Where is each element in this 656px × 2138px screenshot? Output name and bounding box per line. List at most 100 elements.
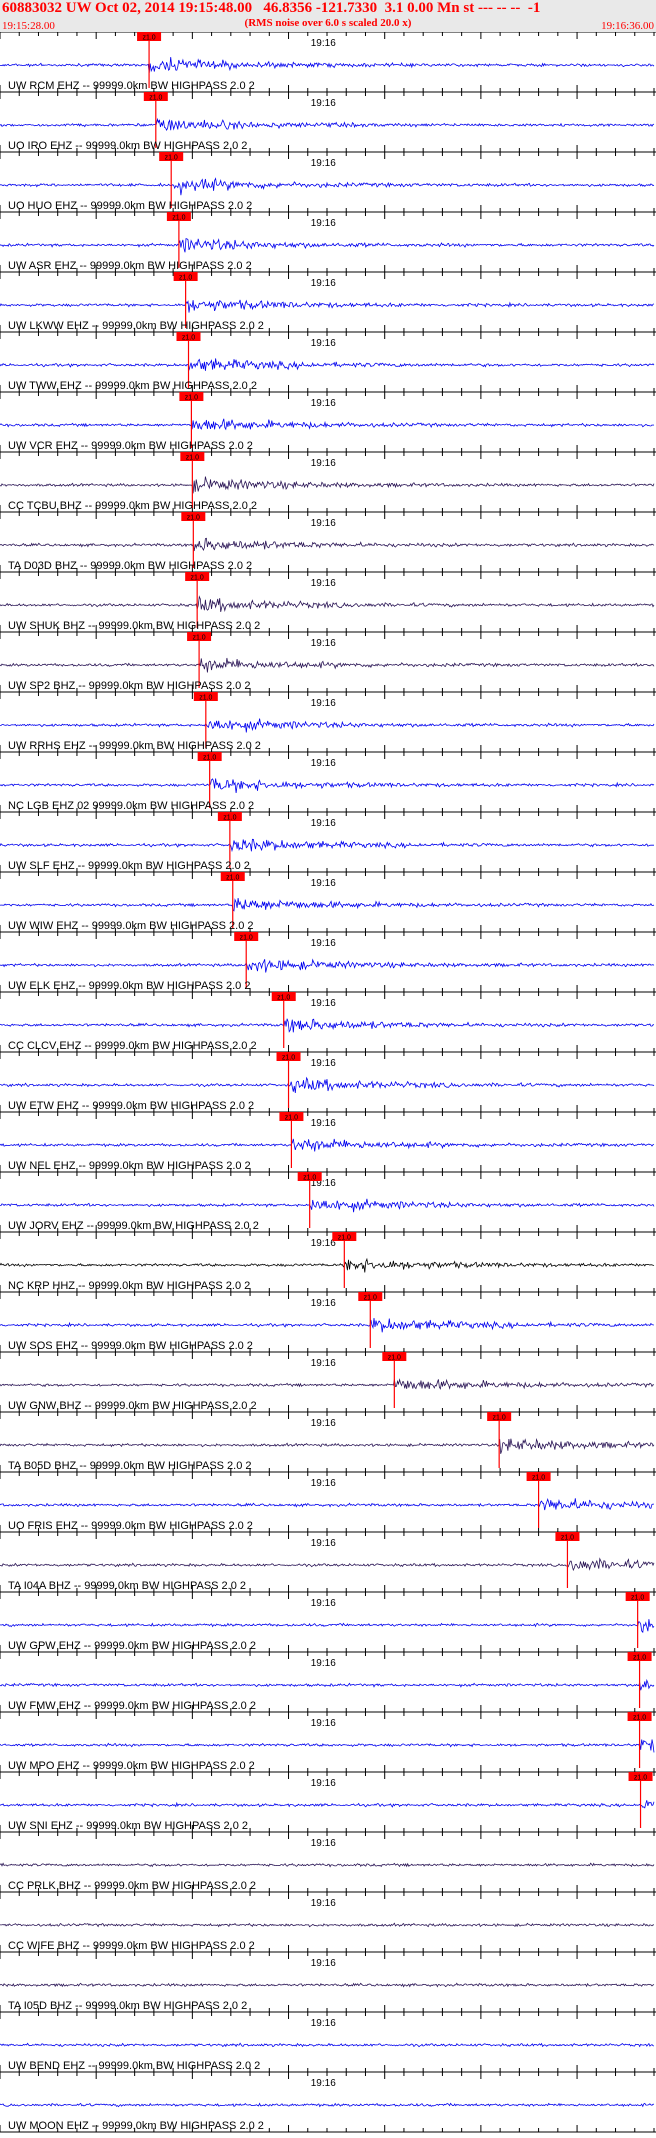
trace-row: 19:16 z1.0 TA I04A BHZ -- 99999.0km BW HIG… xyxy=(0,1531,656,1592)
minute-label: 19:16 xyxy=(311,518,336,529)
minute-label: 19:16 xyxy=(311,1538,336,1549)
end-time: 19:16:36.00 xyxy=(601,20,654,32)
trace-row: 19:16 z1.0 TA B05D BHZ -- 99999.0km BW HIG… xyxy=(0,1411,656,1472)
waveform xyxy=(0,1739,655,1753)
minute-label: 19:16 xyxy=(311,818,336,829)
trace-row: 19:16 z1.0 UW NEL EHZ -- 99999.0km BW HIGH… xyxy=(0,1111,656,1172)
trace-row: 19:16 z1.0 UW VCR EHZ -- 99999.0km BW HIGH… xyxy=(0,391,656,452)
trace-row: 19:16 z1.0NC KRP HHZ -- 99999.0km BW HIGH… xyxy=(0,1231,656,1292)
seismogram-panel: 19:16 z1.0 UW RCM EHZ -- 99999.0km BW HIGH… xyxy=(0,32,656,2133)
waveform xyxy=(0,958,655,973)
waveform xyxy=(0,299,655,313)
trace-row: 19:16 UW BEND EHZ -- 99999.0km BW HIGHPAS… xyxy=(0,2011,656,2072)
waveform xyxy=(0,2102,655,2108)
minute-label: 19:16 xyxy=(311,2018,336,2029)
trace-row: 19:16 TA I05D BHZ -- 99999.0km BW HIGHPAS… xyxy=(0,1951,656,2012)
pick-label: z1.0 xyxy=(633,1715,646,1722)
station-label: UW FMW EHZ -- 99999.0km BW HIGHPASS 2.0 … xyxy=(8,1700,256,1712)
waveform xyxy=(0,1497,654,1511)
pick-label: z1.0 xyxy=(634,1775,647,1782)
trace-row: 19:16 z1.0 UW RCM EHZ -- 99999.0km BW HIGH… xyxy=(0,32,656,92)
trace-row: 19:16 z1.0 UW ASR EHZ -- 99999.0km BW HIGH… xyxy=(0,211,656,272)
minute-label: 19:16 xyxy=(311,1838,336,1849)
trace-row: 19:16 z1.0 UW WIW EHZ -- 99999.0km BW HIGH… xyxy=(0,871,656,932)
waveform xyxy=(0,1619,655,1634)
station-label: UW BEND EHZ -- 99999.0km BW HIGHPASS 2.0… xyxy=(8,2060,260,2072)
minute-label: 19:16 xyxy=(311,1658,336,1669)
station-label: UO HUO EHZ -- 99999.0km BW HIGHPASS 2.0 … xyxy=(8,200,252,212)
minute-label: 19:16 xyxy=(311,1898,336,1909)
station-label: TA I04A BHZ -- 99999.0km BW HIGHPASS 2.0… xyxy=(8,1580,246,1592)
pick-label: z1.0 xyxy=(199,695,212,702)
station-label: UW SOS EHZ -- 99999.0km BW HIGHPASS 2.0 … xyxy=(8,1340,253,1352)
waveform xyxy=(0,476,655,494)
minute-label: 19:16 xyxy=(311,158,336,169)
station-label: UW MOON EHZ -- 99999.0km BW HIGHPASS 2.0… xyxy=(8,2120,264,2132)
trace-row: 19:16 z1.0 CC CLCV EHZ -- 99999.0km BW HIG… xyxy=(0,991,656,1052)
waveform xyxy=(0,1862,655,1868)
station-label: UW RCM EHZ -- 99999.0km BW HIGHPASS 2.0 … xyxy=(8,80,255,92)
waveform xyxy=(0,2042,655,2048)
waveform xyxy=(0,177,655,196)
station-label: UW ETW EHZ -- 99999.0km BW HIGHPASS 2.0 … xyxy=(8,1100,254,1112)
pick-label: z1.0 xyxy=(282,1055,295,1062)
pick-label: z1.0 xyxy=(186,455,199,462)
pick-label: z1.0 xyxy=(203,755,216,762)
waveform xyxy=(0,1257,655,1273)
trace-row: 19:16 CC WIFE BHZ -- 99999.0km BW HIGHPAS… xyxy=(0,1891,656,1952)
pick-label: z1.0 xyxy=(561,1535,574,1542)
waveform xyxy=(0,778,655,793)
station-label: CC WIFE BHZ -- 99999.0km BW HIGHPASS 2.0… xyxy=(8,1940,255,1952)
pick-label: z1.0 xyxy=(226,875,239,882)
minute-label: 19:16 xyxy=(311,1958,336,1969)
trace-row: 19:16z1.0UW JORV EHZ -- 99999.0km BW HIG… xyxy=(0,1171,656,1232)
waveform xyxy=(0,117,655,131)
station-label: UW GNW BHZ -- 99999.0km BW HIGHPASS 2.0 … xyxy=(8,1400,257,1412)
station-label: TA I05D BHZ -- 99999.0km BW HIGHPASS 2.0… xyxy=(8,2000,247,2012)
minute-label: 19:16 xyxy=(311,1478,336,1489)
trace-row: 19:16 z1.0 UW SHUK BHZ -- 99999.0km BW HIG… xyxy=(0,571,656,632)
start-time: 19:15:28.00 xyxy=(2,20,55,32)
minute-label: 19:16 xyxy=(311,1118,336,1129)
pick-label: z1.0 xyxy=(277,995,290,1002)
trace-row: 19:16 z1.0 UW TWW EHZ -- 99999.0km BW HIGH… xyxy=(0,331,656,392)
waveform xyxy=(0,1076,655,1093)
minute-label: 19:16 xyxy=(311,1298,336,1309)
trace-row: 19:16 z1.0 CC TCBU BHZ -- 99999.0km BW HIG… xyxy=(0,451,656,512)
minute-label: 19:16 xyxy=(311,38,336,49)
waveform xyxy=(0,1138,655,1152)
trace-row: 19:16 CC PRLK BHZ -- 99999.0km BW HIGHPAS… xyxy=(0,1831,656,1892)
pick-label: z1.0 xyxy=(142,35,155,42)
station-label: UW TWW EHZ -- 99999.0km BW HIGHPASS 2.0 … xyxy=(8,380,257,392)
station-label: UW SLF EHZ -- 99999.0km BW HIGHPASS 2.0 … xyxy=(8,860,250,872)
pick-label: z1.0 xyxy=(493,1415,506,1422)
waveform xyxy=(0,418,655,431)
waveform xyxy=(0,1437,655,1454)
trace-row: 19:16 UW MOON EHZ -- 99999.0km BW HIGHPAS… xyxy=(0,2071,656,2132)
trace-row: 19:16 z1.0 UW SOS EHZ -- 99999.0km BW HIGH… xyxy=(0,1291,656,1352)
minute-label: 19:16 xyxy=(311,458,336,469)
waveform xyxy=(0,657,655,673)
trace-row: 19:16 z1.0 UW SLF EHZ -- 99999.0km BW HIGH… xyxy=(0,811,656,872)
minute-label: 19:16 xyxy=(311,578,336,589)
event-title: 60883032 UW Oct 02, 2014 19:15:48.00 46.… xyxy=(2,0,541,16)
pick-label: z1.0 xyxy=(633,1655,646,1662)
station-label: UW RRHS EHZ -- 99999.0km BW HIGHPASS 2.0… xyxy=(8,740,261,752)
trace-row: 19:16 z1.0 UW SNI EHZ -- 99999.0km BW HIGH… xyxy=(0,1771,656,1832)
minute-label: 19:16 xyxy=(311,398,336,409)
minute-label: 19:16 xyxy=(311,998,336,1009)
waveform xyxy=(0,537,655,552)
trace-row: 19:16 z1.0 UW ETW EHZ -- 99999.0km BW HIGH… xyxy=(0,1051,656,1112)
pick-label: z1.0 xyxy=(285,1115,298,1122)
station-label: UW WIW EHZ -- 99999.0km BW HIGHPASS 2.0 … xyxy=(8,920,254,932)
waveform xyxy=(0,718,655,733)
pick-label: z1.0 xyxy=(338,1235,351,1242)
pick-label: z1.0 xyxy=(149,95,162,102)
pick-label: z1.0 xyxy=(364,1295,377,1302)
station-label: UW SNI EHZ -- 99999.0km BW HIGHPASS 2.0 … xyxy=(8,1820,248,1832)
station-label: UW NEL EHZ -- 99999.0km BW HIGHPASS 2.0 … xyxy=(8,1160,251,1172)
pick-label: z1.0 xyxy=(532,1475,545,1482)
scaling-note: (RMS noise over 6.0 s scaled 20.0 x) xyxy=(244,17,412,29)
minute-label: 19:16 xyxy=(311,218,336,229)
waveform xyxy=(0,1018,655,1033)
